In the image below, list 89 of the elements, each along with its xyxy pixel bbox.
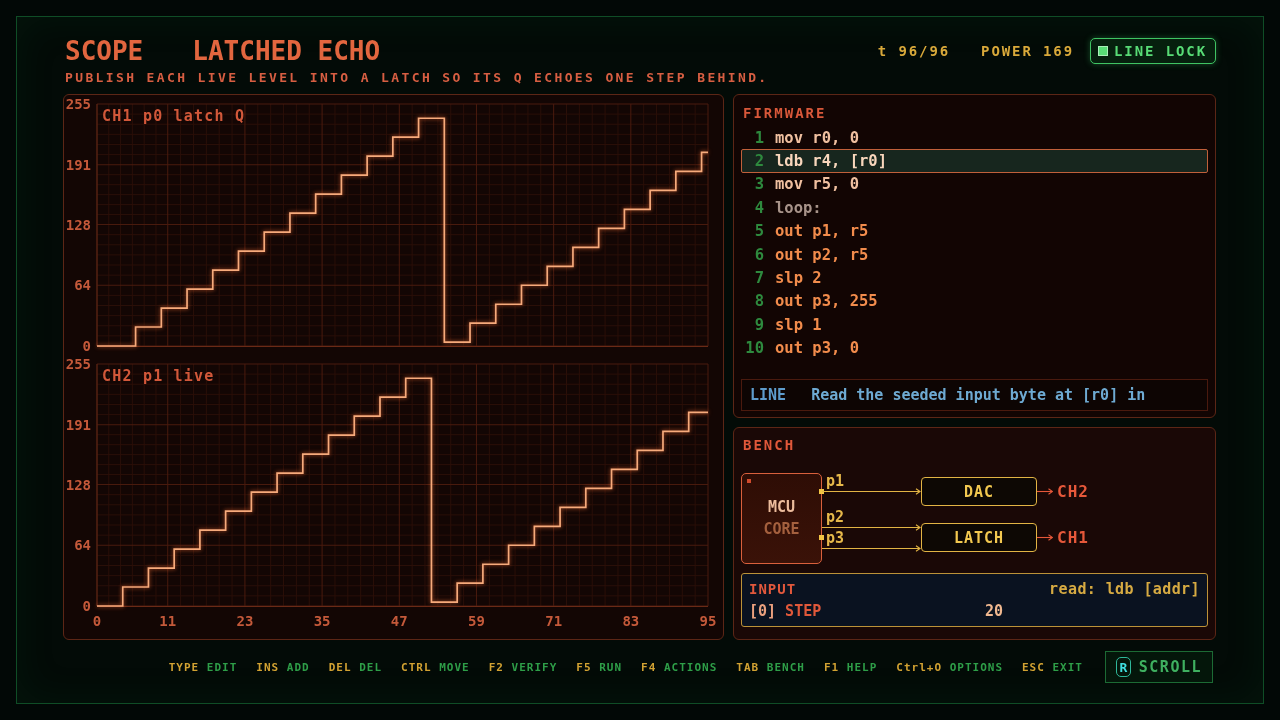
code-text: mov r5, 0 [775,175,859,194]
line-number: 7 [753,269,764,288]
key-hint: TAB BENCH [736,660,805,674]
key-hint: F5 RUN [576,660,623,674]
y-axis-label: 255 [65,356,91,372]
x-axis-label: 47 [390,613,408,629]
output-arrow [1037,534,1053,541]
status-led-icon [747,479,751,483]
line-number: 2 [753,152,764,171]
scroll-button[interactable]: R SCROLL [1105,651,1213,683]
key-hint: Ctrl+O OPTIONS [896,660,1003,674]
code-line[interactable]: 7 slp 2 [741,266,1208,290]
key-hint: DEL DEL [328,660,383,674]
x-axis-label: 11 [159,613,177,629]
line-help-text: Read the seeded input byte at [r0] in [811,386,1146,404]
key-hint: TYPE EDIT [168,660,238,674]
line-number: 5 [753,222,764,241]
code-line[interactable]: 1 mov r0, 0 [741,126,1208,150]
y-axis-label: 191 [65,156,91,173]
mcu-sublabel: CORE [763,521,800,538]
port-marker-icon [819,535,824,540]
pin-label: p3 [826,529,845,547]
code-line[interactable]: 8 out p3, 255 [741,289,1208,314]
x-axis-label: 35 [313,613,331,629]
x-axis-label: 83 [622,613,640,629]
code-text: out p3, 255 [775,292,878,311]
key-hint: F4 ACTIONS [641,660,718,674]
pin-label: p2 [826,508,845,526]
square-icon [1098,46,1109,56]
code-text: out p1, r5 [775,222,869,241]
register-value: 20 [985,602,1004,620]
code-line[interactable]: 10 out p3, 0 [741,336,1208,360]
line-lock-badge: LINE LOCK [1090,38,1216,64]
channel-label: CH2 [1057,482,1089,501]
screen-title: LATCHED ECHO [192,37,381,65]
key-hint: ESC EXIT [1022,660,1083,674]
x-axis-label: 23 [236,613,254,629]
input-hint: read: ldb [addr] [1049,580,1200,598]
panel-title: FIRMWARE [742,104,827,123]
x-axis-label: 59 [468,613,485,629]
code-line[interactable]: 3 mov r5, 0 [741,172,1208,197]
key-hint: INS ADD [256,660,310,674]
key-hint: CTRL MOVE [401,660,470,674]
panel-title: BENCH [742,436,796,454]
code-line[interactable]: 6 out p2, r5 [741,242,1208,267]
device-node: LATCH [921,523,1037,552]
task-description: PUBLISH EACH LIVE LEVEL INTO A LATCH SO ITS Q ECHOES ONE STEP BEHIND. [64,71,770,85]
code-line[interactable]: 4 loop: [741,196,1208,220]
line-number: 4 [753,198,764,217]
line-number: 10 [744,339,764,358]
channel-label: CH1 [1057,528,1089,547]
mcu-label: MCU [767,499,796,516]
x-axis-label: 95 [699,613,717,629]
code-text: loop: [775,198,822,217]
status-readout: POWER 169 [981,43,1075,59]
y-axis-label: 64 [74,277,91,294]
key-hint: F2 VERIFY [488,660,558,674]
code-text: ldb r4, [r0] [775,152,887,171]
key-hint: F1 HELP [823,660,878,674]
code-text: slp 1 [775,315,822,334]
line-number: 1 [753,128,764,147]
input-title: INPUT [749,581,797,597]
y-axis-label: 0 [82,338,91,354]
x-axis-label: 0 [92,613,102,629]
register-label: [0] STEP [749,602,822,620]
y-axis-label: 255 [65,96,91,112]
line-number: 6 [753,245,764,264]
y-axis-label: 64 [74,537,91,554]
code-text: out p3, 0 [775,339,859,358]
status-readout: t 96/96 [877,43,951,59]
line-help-label: LINE [750,386,787,404]
line-number: 3 [753,175,764,194]
code-line[interactable]: 5 out p1, r5 [741,219,1208,243]
device-node: DAC [921,477,1037,506]
y-axis-label: 128 [65,216,91,233]
code-text: mov r0, 0 [775,128,859,147]
line-number: 9 [753,315,764,334]
x-axis-label: 71 [545,613,563,629]
y-axis-label: 128 [65,476,91,493]
y-axis-label: 0 [82,598,91,614]
code-text: slp 2 [775,269,822,288]
pin-label: p1 [826,473,845,490]
port-marker-icon [819,489,824,494]
output-arrow [1037,488,1053,495]
code-text: out p2, r5 [775,245,869,264]
app-name: SCOPE [64,37,144,65]
line-number: 8 [753,292,764,311]
y-axis-label: 191 [65,416,91,433]
code-line[interactable]: 9 slp 1 [741,313,1208,337]
